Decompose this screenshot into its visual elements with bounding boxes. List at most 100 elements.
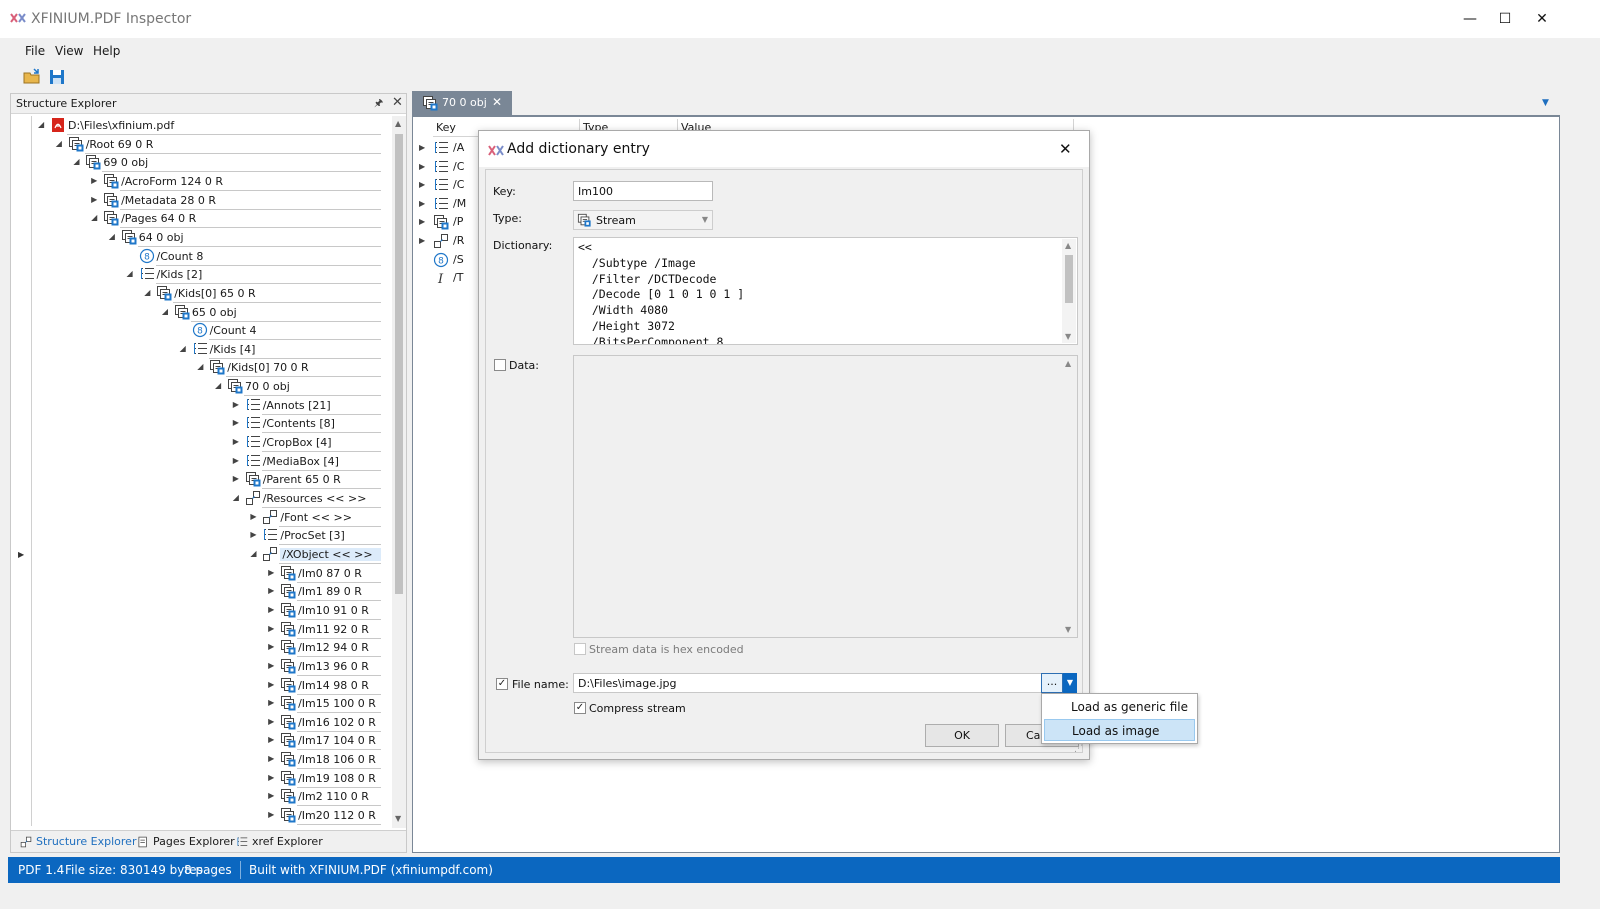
expand-icon[interactable]: ▶ bbox=[233, 418, 239, 427]
tree-node[interactable]: /Count 4 bbox=[11, 321, 381, 341]
tree-node[interactable]: ▶ /Im10 91 0 R bbox=[11, 601, 381, 620]
tree-node[interactable]: ▶ /Metadata 28 0 R bbox=[11, 191, 381, 210]
tree-node[interactable]: ▶ /Annots [21] bbox=[11, 396, 381, 415]
collapse-icon[interactable]: ◢ bbox=[91, 213, 97, 222]
expand-icon[interactable]: ▶ bbox=[268, 754, 274, 763]
expand-icon[interactable]: ▶ bbox=[250, 530, 256, 539]
resize-grip-icon[interactable]: ⋰ bbox=[1074, 744, 1083, 754]
collapse-icon[interactable]: ◢ bbox=[197, 362, 203, 371]
open-file-icon[interactable] bbox=[23, 68, 41, 86]
tree-node[interactable]: ▶ /MediaBox [4] bbox=[11, 452, 381, 471]
tree-node[interactable]: ▶ /Im20 112 0 R bbox=[11, 806, 381, 826]
collapse-icon[interactable]: ◢ bbox=[56, 139, 62, 148]
tree-node[interactable]: ▶ /ProcSet [3] bbox=[11, 526, 381, 546]
tab-xref-explorer[interactable]: xref Explorer bbox=[235, 835, 323, 848]
expand-icon[interactable]: ▶ bbox=[419, 180, 425, 189]
tree-node[interactable]: ◢ /Kids [2] bbox=[11, 265, 381, 285]
pin-icon[interactable]: 🖈 bbox=[374, 96, 383, 113]
data-scrollbar[interactable]: ▲ ▼ bbox=[1062, 357, 1076, 636]
scroll-down-icon[interactable]: ▼ bbox=[1065, 332, 1071, 341]
tab-list-dropdown-icon[interactable]: ▼ bbox=[1542, 98, 1549, 108]
expand-icon[interactable]: ▶ bbox=[268, 642, 274, 651]
menu-view[interactable]: View bbox=[55, 44, 83, 58]
expand-icon[interactable]: ▶ bbox=[268, 717, 274, 726]
expand-icon[interactable]: ▶ bbox=[233, 474, 239, 483]
data-textarea[interactable]: ▲ ▼ bbox=[573, 355, 1078, 638]
collapse-icon[interactable]: ◢ bbox=[144, 288, 150, 297]
tree-node[interactable]: ◢ /Resources << >> bbox=[11, 489, 381, 508]
close-tab-icon[interactable]: ✕ bbox=[492, 95, 502, 109]
expand-icon[interactable]: ▶ bbox=[233, 400, 239, 409]
tree-node[interactable]: ▶ /Contents [8] bbox=[11, 414, 381, 434]
expand-icon[interactable]: ▶ bbox=[268, 810, 274, 819]
tree-node[interactable]: ▶ /Parent 65 0 R bbox=[11, 470, 381, 490]
tree-node[interactable]: ◢ 65 0 obj bbox=[11, 303, 381, 322]
tree-node[interactable]: ▶ /CropBox [4] bbox=[11, 433, 381, 453]
expand-icon[interactable]: ▶ bbox=[419, 236, 425, 245]
menu-file[interactable]: File bbox=[25, 44, 45, 58]
scroll-up-icon[interactable]: ▲ bbox=[1065, 359, 1071, 368]
collapse-icon[interactable]: ◢ bbox=[127, 269, 133, 278]
tree-node[interactable]: ◢ /XObject << >> bbox=[11, 545, 381, 564]
tab-70-0-obj[interactable]: 70 0 obj ✕ bbox=[412, 91, 512, 115]
expand-icon[interactable]: ▶ bbox=[250, 512, 256, 521]
collapse-icon[interactable]: ◢ bbox=[180, 344, 186, 353]
expand-icon[interactable]: ▶ bbox=[91, 195, 97, 204]
minimize-button[interactable]: — bbox=[1455, 8, 1485, 30]
expand-icon[interactable]: ▶ bbox=[268, 661, 274, 670]
menu-help[interactable]: Help bbox=[93, 44, 120, 58]
expand-icon[interactable]: ▶ bbox=[268, 773, 274, 782]
key-input[interactable]: Im100 bbox=[573, 181, 713, 201]
expand-icon[interactable]: ▶ bbox=[419, 199, 425, 208]
expand-icon[interactable]: ▶ bbox=[268, 680, 274, 689]
expand-icon[interactable]: ▶ bbox=[268, 568, 274, 577]
dictionary-scrollbar[interactable]: ▲ ▼ bbox=[1062, 239, 1076, 343]
scroll-thumb[interactable] bbox=[1065, 255, 1073, 303]
scroll-thumb[interactable] bbox=[395, 134, 403, 594]
expand-icon[interactable]: ▶ bbox=[268, 791, 274, 800]
dictionary-textarea[interactable]: << /Subtype /Image /Filter /DCTDecode /D… bbox=[573, 237, 1078, 345]
tree-node[interactable]: ▶ /Im11 92 0 R bbox=[11, 620, 381, 639]
tree-node[interactable]: ◢ /Kids[0] 70 0 R bbox=[11, 358, 381, 378]
browse-button[interactable]: ... bbox=[1041, 673, 1063, 693]
tree-node[interactable]: ◢ /Root 69 0 R bbox=[11, 135, 381, 154]
tree-node[interactable]: ▶ /Im19 108 0 R bbox=[11, 769, 381, 788]
tree-node[interactable]: ▶ /Im17 104 0 R bbox=[11, 731, 381, 751]
file-name-input[interactable]: D:\Files\image.jpg bbox=[573, 673, 1042, 693]
expand-icon[interactable]: ▶ bbox=[233, 456, 239, 465]
maximize-button[interactable]: ☐ bbox=[1490, 8, 1520, 30]
expand-icon[interactable]: ▶ bbox=[91, 176, 97, 185]
tree-node[interactable]: ◢ 64 0 obj bbox=[11, 228, 381, 247]
collapse-icon[interactable]: ◢ bbox=[215, 381, 221, 390]
expand-icon[interactable]: ▶ bbox=[268, 735, 274, 744]
expand-icon[interactable]: ▶ bbox=[419, 217, 425, 226]
compress-stream-checkbox[interactable]: ✓ bbox=[574, 702, 586, 714]
tree-node[interactable]: ◢ 69 0 obj bbox=[11, 153, 381, 173]
tree-node[interactable]: ◢ /Pages 64 0 R bbox=[11, 209, 381, 229]
collapse-icon[interactable]: ◢ bbox=[38, 120, 44, 129]
column-key[interactable]: Key bbox=[436, 121, 456, 134]
dialog-close-icon[interactable]: ✕ bbox=[1059, 140, 1072, 158]
collapse-icon[interactable]: ◢ bbox=[250, 549, 256, 558]
expand-icon[interactable]: ▶ bbox=[233, 437, 239, 446]
close-panel-icon[interactable]: ✕ bbox=[392, 95, 403, 110]
browse-dropdown-icon[interactable]: ▼ bbox=[1063, 673, 1077, 693]
expand-icon[interactable]: ▶ bbox=[268, 698, 274, 707]
expand-icon[interactable]: ▶ bbox=[419, 143, 425, 152]
file-name-checkbox[interactable]: ✓ bbox=[496, 678, 508, 690]
tab-pages-explorer[interactable]: Pages Explorer bbox=[136, 835, 235, 848]
data-checkbox[interactable] bbox=[494, 359, 506, 371]
menu-item-load-as-image[interactable]: Load as image bbox=[1044, 719, 1195, 741]
scroll-down-icon[interactable]: ▼ bbox=[1065, 625, 1071, 634]
expand-icon[interactable]: ▶ bbox=[268, 605, 274, 614]
tree-node[interactable]: ▶ /Im0 87 0 R bbox=[11, 564, 381, 583]
tree-node[interactable]: ▶ /Im1 89 0 R bbox=[11, 582, 381, 602]
tree-node[interactable]: ▶ /AcroForm 124 0 R bbox=[11, 172, 381, 191]
tree-node[interactable]: ◢ 70 0 obj bbox=[11, 377, 381, 397]
collapse-icon[interactable]: ◢ bbox=[162, 307, 168, 316]
scroll-down-icon[interactable]: ▼ bbox=[395, 814, 401, 823]
collapse-icon[interactable]: ◢ bbox=[109, 232, 115, 241]
tree-node[interactable]: ▶ /Im13 96 0 R bbox=[11, 657, 381, 676]
tree-node[interactable]: ▶ /Im18 106 0 R bbox=[11, 750, 381, 770]
tree-node[interactable]: ▶ /Im16 102 0 R bbox=[11, 713, 381, 732]
